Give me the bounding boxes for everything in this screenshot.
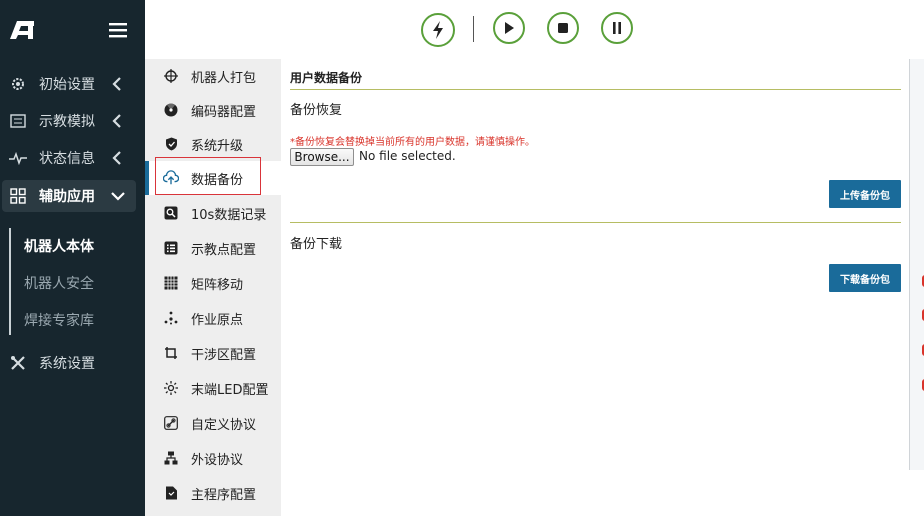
active-item-indicator (145, 161, 149, 195)
sidebar-subitem-welding-library[interactable]: 焊接专家库 (24, 310, 94, 330)
hamburger-menu-icon[interactable] (108, 20, 128, 40)
submenu-item-main-program-config[interactable]: 主程序配置 (145, 476, 281, 510)
submenu-item-teach-point-config[interactable]: 示教点配置 (145, 231, 281, 265)
submenu-item-label: 干涉区配置 (191, 347, 257, 363)
restore-section-title: 备份恢复 (290, 103, 343, 118)
chevron-left-icon (112, 114, 121, 128)
origin-icon (163, 310, 179, 326)
chevron-left-icon (112, 151, 121, 165)
sidebar-item-label: 系统设置 (39, 356, 95, 372)
submenu-item-end-led-config[interactable]: 末端LED配置 (145, 371, 281, 405)
list-icon (9, 112, 27, 130)
crosshair-icon (163, 68, 179, 84)
sidebar-item-teach-simulation[interactable]: 示教模拟 (0, 105, 145, 137)
submenu-item-custom-protocol[interactable]: 自定义协议 (145, 406, 281, 440)
toolbar-divider (473, 16, 474, 42)
submenu-item-label: 外设协议 (191, 452, 244, 468)
stop-icon (558, 23, 568, 33)
submenu-item-label: 10s数据记录 (191, 207, 267, 223)
sidebar-item-label: 示教模拟 (39, 114, 95, 130)
submenu-item-10s-data-record[interactable]: 10s数据记录 (145, 196, 281, 230)
submenu-item-label: 示教点配置 (191, 242, 257, 258)
stop-button[interactable] (547, 12, 579, 44)
submenu-item-work-origin[interactable]: 作业原点 (145, 301, 281, 335)
submenu-indicator (9, 228, 11, 335)
selected-file-text: No file selected. (359, 149, 456, 163)
submenu-item-interference-zone[interactable]: 干涉区配置 (145, 336, 281, 370)
sun-icon (163, 380, 179, 396)
sidebar-item-status-info[interactable]: 状态信息 (0, 142, 145, 174)
backup-panel: 用户数据备份 备份恢复 *备份恢复会替换掉当前所有的用户数据，请谨慎操作。 Br… (281, 59, 909, 516)
section-divider (290, 222, 901, 223)
sidebar-item-label: 状态信息 (39, 151, 95, 167)
app-logo (10, 21, 34, 39)
auxiliary-submenu: 机器人打包 编码器配置 系统升级 数据备份 10s数据记录 示教点配置 矩阵移动… (145, 59, 281, 516)
network-icon (163, 450, 179, 466)
download-section-title: 备份下载 (290, 237, 343, 252)
sidebar-item-label: 辅助应用 (39, 189, 95, 205)
gear-icon (9, 75, 27, 93)
submenu-item-label: 编码器配置 (191, 104, 257, 120)
play-button[interactable] (493, 12, 525, 44)
submenu-item-encoder-config[interactable]: 编码器配置 (145, 93, 281, 127)
sidebar-item-system-settings[interactable]: 系统设置 (0, 347, 145, 379)
grid-icon (9, 187, 27, 205)
lightning-icon (433, 21, 443, 39)
submenu-item-peripheral-protocol[interactable]: 外设协议 (145, 441, 281, 475)
submenu-item-label: 末端LED配置 (191, 382, 269, 398)
chevron-down-icon (111, 192, 125, 201)
matrix-icon (163, 275, 179, 291)
sidebar-item-auxiliary-apps[interactable]: 辅助应用 (2, 180, 136, 212)
link-icon (163, 415, 179, 431)
submenu-item-label: 作业原点 (191, 312, 244, 328)
cloud-upload-icon (163, 170, 179, 186)
pulse-icon (9, 149, 27, 167)
sidebar-item-initial-settings[interactable]: 初始设置 (0, 68, 145, 100)
main-sidebar: 初始设置 示教模拟 状态信息 辅助应用 机器人本体 机器人安全 焊接专家库 系统… (0, 0, 145, 516)
submenu-item-label: 自定义协议 (191, 417, 257, 433)
list-box-icon (163, 240, 179, 256)
top-toolbar (145, 0, 924, 60)
right-side-panel (909, 59, 924, 470)
submenu-item-label: 机器人打包 (191, 70, 257, 86)
browse-file-button[interactable]: Browse... (290, 148, 354, 166)
sidebar-subitem-robot-safety[interactable]: 机器人安全 (24, 273, 94, 293)
tools-icon (9, 354, 27, 372)
submenu-item-data-backup[interactable]: 数据备份 (145, 161, 281, 195)
crop-icon (163, 345, 179, 361)
chevron-left-icon (112, 77, 121, 91)
sidebar-item-label: 初始设置 (39, 77, 95, 93)
submenu-item-label: 主程序配置 (191, 487, 257, 503)
submenu-item-robot-package[interactable]: 机器人打包 (145, 59, 281, 93)
radiation-icon (163, 102, 179, 118)
restore-warning-text: *备份恢复会替换掉当前所有的用户数据，请谨慎操作。 (290, 137, 535, 148)
download-backup-button[interactable]: 下载备份包 (829, 264, 901, 292)
title-divider (290, 89, 901, 90)
upload-backup-button[interactable]: 上传备份包 (829, 180, 901, 208)
lightning-button[interactable] (421, 13, 455, 47)
play-icon (505, 22, 514, 34)
submenu-item-label: 数据备份 (191, 172, 244, 188)
file-icon (163, 485, 179, 501)
page-title: 用户数据备份 (290, 71, 363, 85)
search-icon (163, 205, 179, 221)
submenu-item-system-upgrade[interactable]: 系统升级 (145, 127, 281, 161)
submenu-item-label: 矩阵移动 (191, 277, 244, 293)
sidebar-subitem-robot-body[interactable]: 机器人本体 (24, 236, 94, 256)
pause-button[interactable] (601, 12, 633, 44)
pause-icon (613, 22, 621, 34)
submenu-item-label: 系统升级 (191, 138, 244, 154)
submenu-item-matrix-move[interactable]: 矩阵移动 (145, 266, 281, 300)
shield-icon (163, 136, 179, 152)
